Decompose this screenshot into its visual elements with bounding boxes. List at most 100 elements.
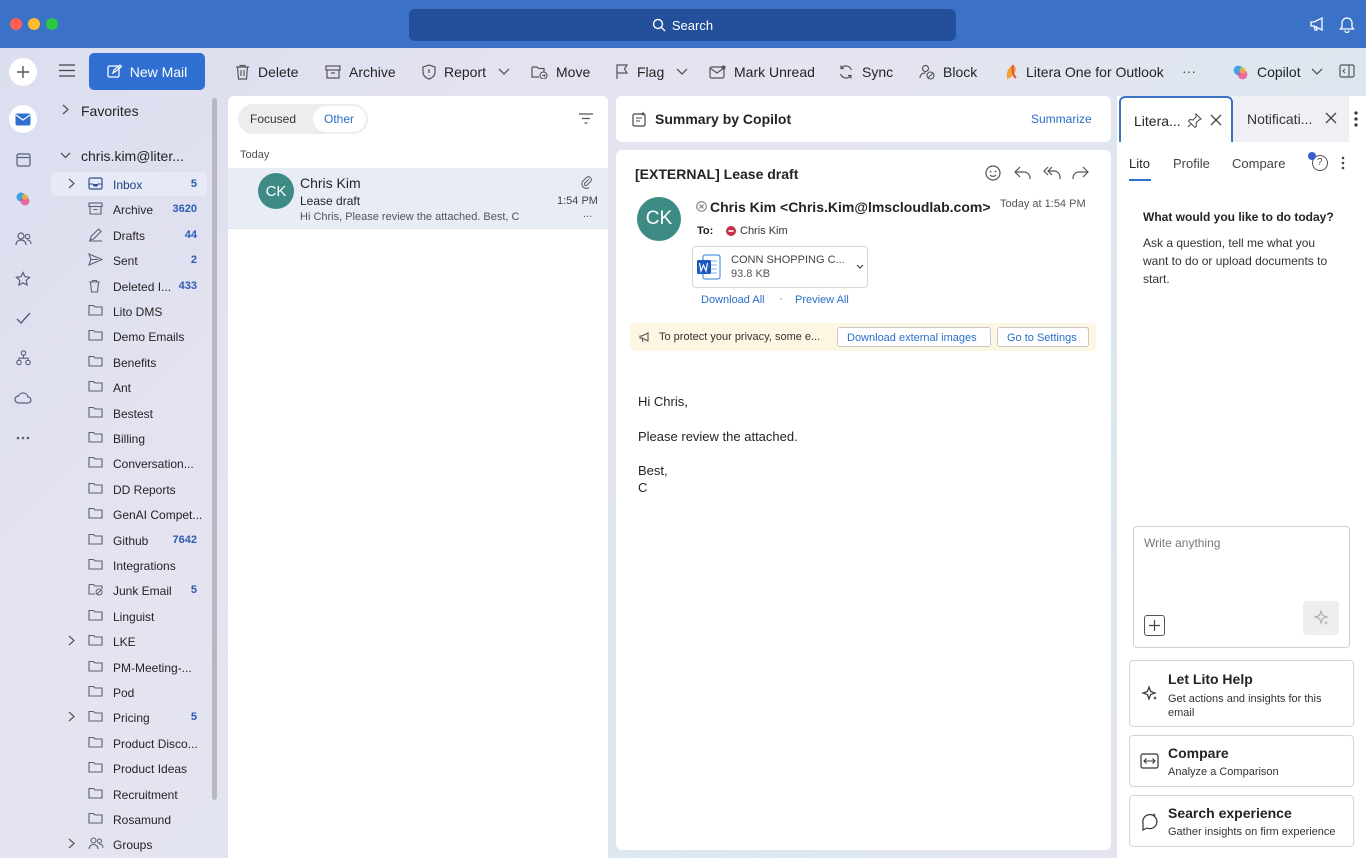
filter-icon[interactable] xyxy=(579,113,593,124)
reply-all-icon[interactable] xyxy=(1043,166,1061,180)
close-tab-litera-icon[interactable] xyxy=(1210,114,1222,126)
tab-focused[interactable]: Focused xyxy=(250,112,296,126)
folder-item-archive[interactable]: Archive 3620 xyxy=(51,197,207,221)
block-button[interactable]: Block xyxy=(919,62,977,82)
close-window-button[interactable] xyxy=(10,18,22,30)
folder-expand-chevron-icon[interactable] xyxy=(68,838,75,849)
folder-item-integrations[interactable]: Integrations xyxy=(51,553,207,577)
folder-item-sent[interactable]: Sent 2 xyxy=(51,248,207,272)
folder-item-product-disco[interactable]: Product Disco... xyxy=(51,731,207,755)
litera-one-button[interactable]: Litera One for Outlook xyxy=(1004,62,1164,82)
more-apps-icon[interactable] xyxy=(9,424,37,452)
folder-item-rosamund[interactable]: Rosamund xyxy=(51,807,207,831)
more-options-button[interactable]: ··· xyxy=(1182,63,1196,79)
folder-item-product-ideas[interactable]: Product Ideas xyxy=(51,756,207,780)
org-chart-icon[interactable] xyxy=(9,344,37,372)
archive-button[interactable]: Archive xyxy=(325,62,396,82)
todo-icon[interactable] xyxy=(9,304,37,332)
folder-item-dd-reports[interactable]: DD Reports xyxy=(51,477,207,501)
folder-item-pod[interactable]: Pod xyxy=(51,680,207,704)
folder-item-lke[interactable]: LKE xyxy=(51,629,207,653)
bell-icon[interactable] xyxy=(1339,15,1355,33)
let-lito-help-card[interactable]: Let Lito Help Get actions and insights f… xyxy=(1129,660,1354,727)
preview-all-link[interactable]: Preview All xyxy=(795,294,849,306)
copilot-chevron-down-icon[interactable] xyxy=(1311,68,1323,76)
hamburger-icon[interactable] xyxy=(59,64,75,77)
attach-plus-button[interactable] xyxy=(1144,615,1165,636)
mail-icon[interactable] xyxy=(9,105,37,133)
calendar-icon[interactable] xyxy=(9,145,37,173)
favorites-chevron-right-icon[interactable] xyxy=(62,104,69,115)
subtab-compare[interactable]: Compare xyxy=(1232,156,1285,171)
favorites-header[interactable]: Favorites xyxy=(81,103,139,119)
zoom-window-button[interactable] xyxy=(46,18,58,30)
flag-button[interactable]: Flag xyxy=(615,62,664,82)
folder-scrollbar[interactable] xyxy=(212,98,217,800)
tab-litera[interactable]: Litera... xyxy=(1119,96,1233,142)
lito-input-box[interactable]: Write anything xyxy=(1133,526,1350,648)
forward-icon[interactable] xyxy=(1072,166,1089,180)
recipient-name[interactable]: Chris Kim xyxy=(740,225,788,237)
folder-item-inbox[interactable]: Inbox 5 xyxy=(51,172,207,196)
summarize-button[interactable]: Summarize xyxy=(1031,112,1092,126)
report-button[interactable]: Report xyxy=(422,62,486,82)
account-chevron-down-icon[interactable] xyxy=(60,152,71,159)
collapse-ribbon-icon[interactable] xyxy=(1339,64,1355,78)
report-chevron-down-icon[interactable] xyxy=(498,68,510,76)
attachment-card[interactable]: CONN SHOPPING C... 93.8 KB xyxy=(692,246,868,288)
download-external-images-button[interactable]: Download external images xyxy=(837,327,991,347)
send-sparkle-button[interactable] xyxy=(1303,601,1339,635)
compare-card[interactable]: Compare Analyze a Comparison xyxy=(1129,735,1354,787)
folder-item-billing[interactable]: Billing xyxy=(51,426,207,450)
panel-more-vertical-icon[interactable] xyxy=(1354,111,1358,127)
folder-item-groups[interactable]: Groups xyxy=(51,832,207,856)
mark-unread-button[interactable]: Mark Unread xyxy=(709,62,815,82)
folder-item-recruitment[interactable]: Recruitment xyxy=(51,782,207,806)
attachment-chevron-down-icon[interactable] xyxy=(856,264,864,269)
cloud-icon[interactable] xyxy=(9,384,37,412)
subtab-lito[interactable]: Lito xyxy=(1129,156,1150,171)
folder-item-drafts[interactable]: Drafts 44 xyxy=(51,223,207,247)
megaphone-icon[interactable] xyxy=(1309,15,1327,33)
folder-item-demo-emails[interactable]: Demo Emails xyxy=(51,324,207,348)
star-icon[interactable] xyxy=(9,265,37,293)
flag-chevron-down-icon[interactable] xyxy=(676,68,688,76)
email-from[interactable]: Chris Kim <Chris.Kim@lmscloudlab.com> xyxy=(710,199,991,215)
reply-icon[interactable] xyxy=(1014,166,1031,180)
minimize-window-button[interactable] xyxy=(28,18,40,30)
copilot-icon[interactable] xyxy=(9,185,37,213)
search-experience-card[interactable]: Search experience Gather insights on fir… xyxy=(1129,795,1354,847)
delete-button[interactable]: Delete xyxy=(235,62,298,82)
folder-item-pm-meeting[interactable]: PM-Meeting-... xyxy=(51,655,207,679)
folder-item-deleted-i[interactable]: Deleted I... 433 xyxy=(51,274,207,298)
folder-expand-chevron-icon[interactable] xyxy=(68,711,75,722)
folder-item-genai-compet[interactable]: GenAI Compet... xyxy=(51,502,207,526)
folder-item-pricing[interactable]: Pricing 5 xyxy=(51,705,207,729)
folder-item-linguist[interactable]: Linguist xyxy=(51,604,207,628)
move-button[interactable]: Move xyxy=(531,62,590,82)
folder-item-junk-email[interactable]: Junk Email 5 xyxy=(51,578,207,602)
folder-item-conversation[interactable]: Conversation... xyxy=(51,451,207,475)
lito-more-vertical-icon[interactable] xyxy=(1341,156,1345,170)
subtab-profile[interactable]: Profile xyxy=(1173,156,1210,171)
search-box[interactable]: Search xyxy=(409,9,956,41)
emoji-react-icon[interactable] xyxy=(985,165,1001,181)
folder-expand-chevron-icon[interactable] xyxy=(68,178,75,189)
new-mail-button[interactable]: New Mail xyxy=(89,53,205,90)
account-name[interactable]: chris.kim@liter... xyxy=(81,148,184,164)
folder-expand-chevron-icon[interactable] xyxy=(68,635,75,646)
folder-item-benefits[interactable]: Benefits xyxy=(51,350,207,374)
sync-button[interactable]: Sync xyxy=(838,62,893,82)
copilot-button[interactable]: Copilot xyxy=(1232,62,1301,82)
folder-item-ant[interactable]: Ant xyxy=(51,375,207,399)
folder-item-lito-dms[interactable]: Lito DMS xyxy=(51,299,207,323)
folder-item-github[interactable]: Github 7642 xyxy=(51,528,207,552)
add-app-button[interactable] xyxy=(9,58,37,86)
tab-notifications[interactable]: Notificati... xyxy=(1233,96,1349,142)
tab-other[interactable]: Other xyxy=(313,106,366,132)
message-item[interactable]: CK Chris Kim Lease draft 1:54 PM Hi Chri… xyxy=(228,168,608,228)
go-to-settings-button[interactable]: Go to Settings xyxy=(997,327,1089,347)
people-icon[interactable] xyxy=(9,225,37,253)
folder-item-bestest[interactable]: Bestest xyxy=(51,401,207,425)
close-tab-notifications-icon[interactable] xyxy=(1325,112,1337,124)
